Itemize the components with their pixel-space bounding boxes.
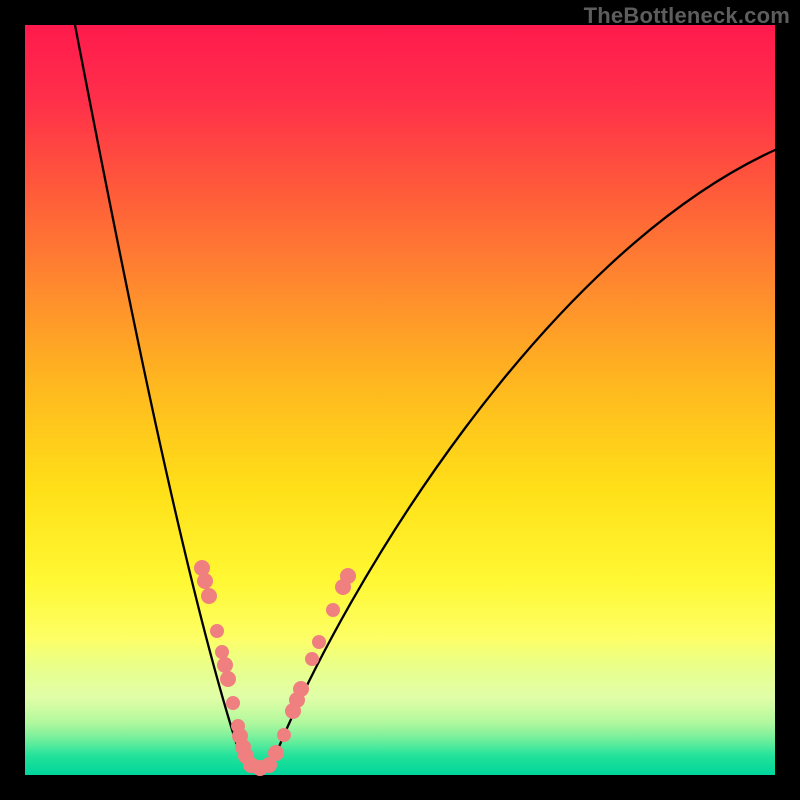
bottleneck-curve [75,25,775,768]
data-point [215,645,229,659]
data-point [217,657,233,673]
data-point [305,652,319,666]
data-point [277,728,291,742]
data-point [210,624,224,638]
data-point [268,745,284,761]
data-point [201,588,217,604]
data-point [293,681,309,697]
watermark-text: TheBottleneck.com [584,3,790,29]
data-point [326,603,340,617]
data-point [197,573,213,589]
data-point [226,696,240,710]
data-point [340,568,356,584]
marker-group [194,560,356,776]
data-point [220,671,236,687]
data-point [312,635,326,649]
chart-overlay [25,25,775,775]
